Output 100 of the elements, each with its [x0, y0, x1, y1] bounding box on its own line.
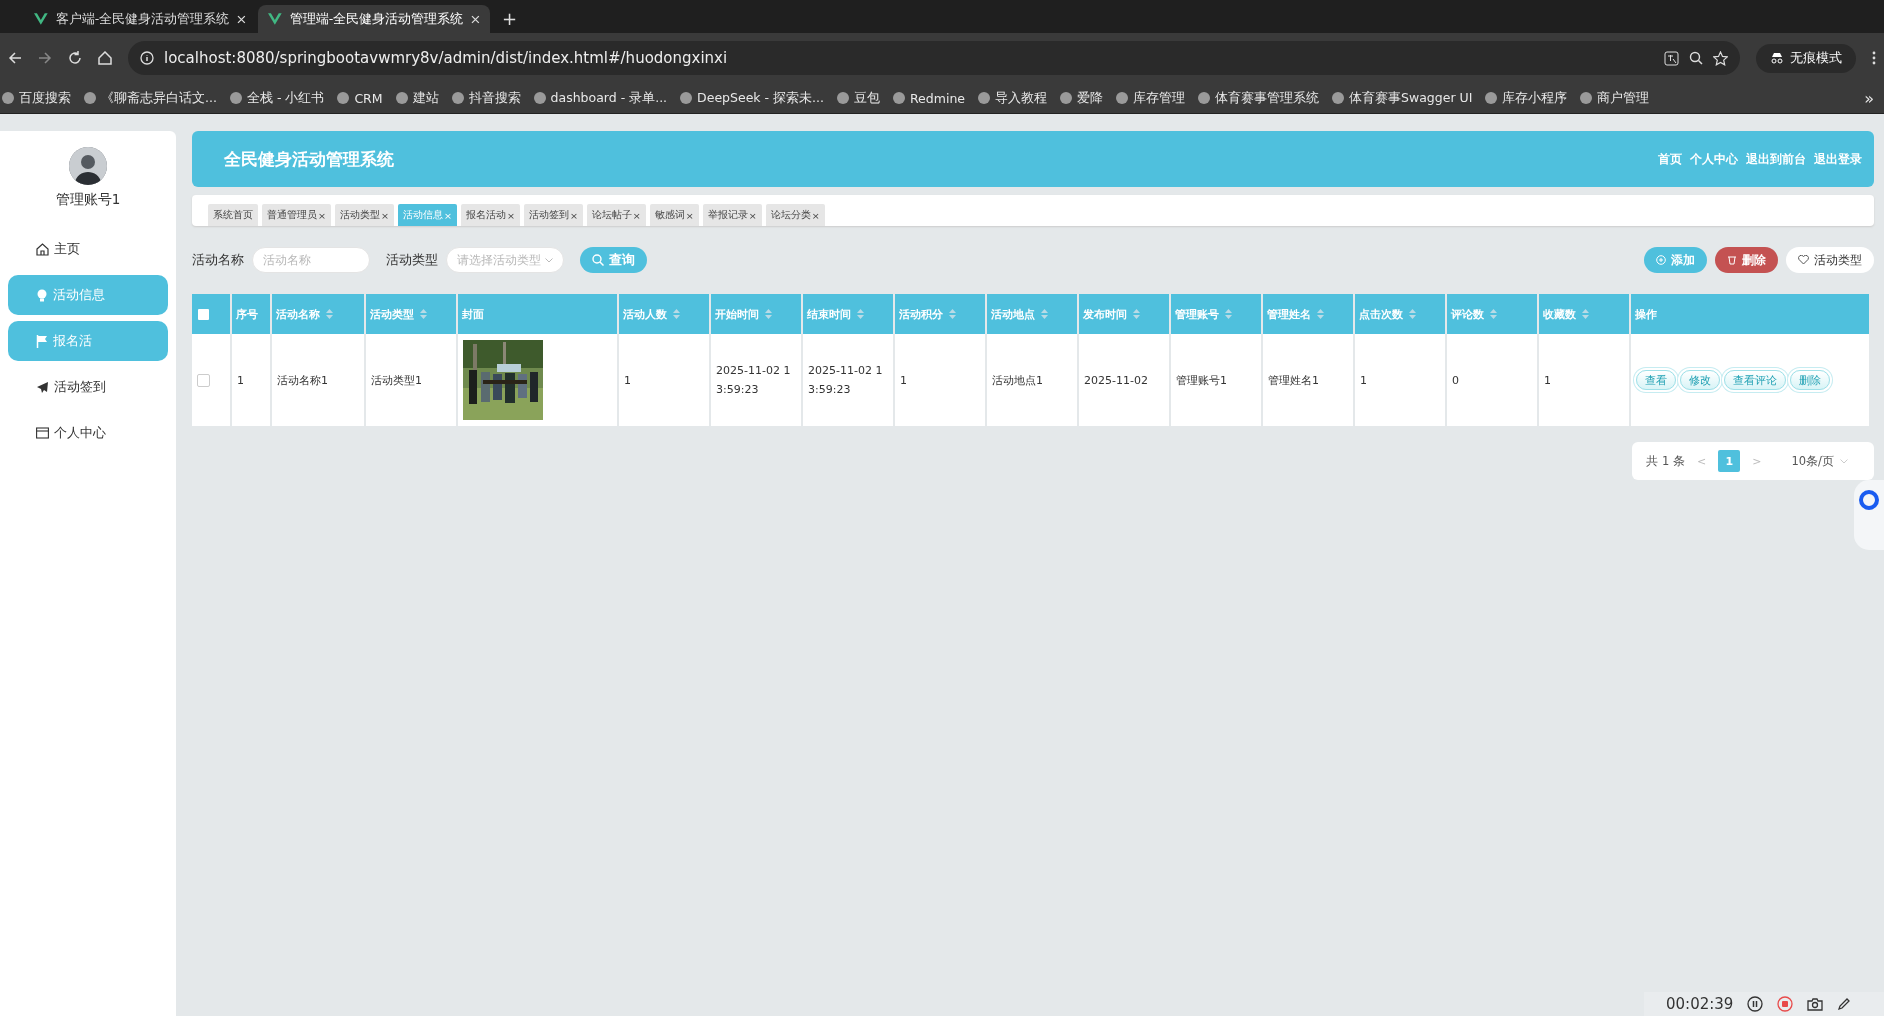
plus-icon — [1656, 255, 1666, 265]
bookmark[interactable]: 豆包 — [837, 89, 880, 107]
total-count: 共 1 条 — [1646, 453, 1686, 469]
menu-icon[interactable] — [1872, 51, 1876, 65]
table-cell: 管理姓名1 — [1263, 334, 1353, 426]
page-tag[interactable]: 普通管理员× — [262, 204, 331, 226]
tab-title: 客户端-全民健身活动管理系统 — [55, 10, 230, 28]
field-label: 活动名称 — [192, 251, 244, 269]
pause-icon[interactable] — [1747, 996, 1764, 1012]
back-icon[interactable] — [8, 51, 22, 65]
bookmark-icon — [1332, 92, 1344, 104]
table-cell: 1 — [895, 334, 985, 426]
bookmark[interactable]: 商户管理 — [1580, 89, 1650, 107]
bookmark-icon — [84, 92, 96, 104]
table-cell: 1 — [619, 334, 709, 426]
more-bookmarks-button[interactable]: » — [1864, 88, 1884, 108]
ring-icon — [1859, 490, 1879, 510]
close-icon[interactable] — [471, 14, 480, 24]
bookmark[interactable]: CRM — [337, 90, 383, 106]
page-tag[interactable]: 敏感词× — [649, 204, 699, 226]
info-icon[interactable] — [140, 51, 154, 65]
bookmark[interactable]: 《聊斋志异白话文... — [84, 89, 217, 107]
bookmark-icon — [1580, 92, 1593, 104]
v-logo-icon — [34, 13, 48, 25]
page-tag[interactable]: 举报记录× — [702, 204, 762, 226]
bookmark[interactable]: 库存管理 — [1116, 89, 1185, 107]
bookmark[interactable]: 爱降 — [1060, 89, 1103, 107]
bookmark[interactable]: Redmine — [893, 90, 965, 106]
camera-icon[interactable] — [1807, 997, 1824, 1011]
sidebar-item[interactable]: 活动签到 — [8, 367, 168, 407]
bookmark[interactable]: 体育赛事Swagger UI — [1332, 89, 1473, 107]
forward-icon[interactable] — [38, 51, 52, 65]
page-size-select[interactable]: 10条/页 — [1791, 453, 1848, 469]
table-cell: 0 — [1447, 334, 1537, 426]
user-name: 管理账号1 — [55, 191, 121, 209]
avatar — [69, 147, 107, 185]
trash-icon — [1727, 255, 1737, 265]
bookmark[interactable]: dashboard - 录单... — [533, 89, 668, 107]
app-title: 全民健身活动管理系统 — [224, 147, 395, 171]
input-field[interactable]: 活动名称 — [252, 247, 370, 273]
pen-icon[interactable] — [1837, 997, 1852, 1011]
heart-icon — [1798, 255, 1809, 265]
bookmark-icon — [1198, 92, 1210, 104]
row-checkbox[interactable] — [197, 373, 210, 387]
page-tag[interactable]: 论坛帖子× — [586, 204, 646, 226]
bookmark[interactable]: 库存小程序 — [1485, 89, 1568, 107]
bookmark[interactable]: 全栈 - 小红书 — [229, 89, 325, 107]
address-bar[interactable]: localhost:8080/springbootavwmry8v/admin/dist/index.html#/huodongxinxi — [128, 41, 1740, 75]
bookmark-icon — [229, 92, 242, 104]
incognito-badge[interactable]: 无痕模式 — [1756, 43, 1856, 73]
v-logo-icon — [268, 13, 282, 25]
table-cell: 2025-11-02 13:59:23 — [711, 334, 801, 426]
table-cell: 1 — [1539, 334, 1629, 426]
translate-icon[interactable] — [1664, 50, 1679, 66]
bookmark[interactable]: 导入教程 — [978, 89, 1047, 107]
bookmark[interactable]: 建站 — [395, 89, 439, 107]
table-cell: 1 — [232, 334, 270, 426]
page-tag[interactable]: 系统首页 — [208, 204, 258, 226]
bookmark[interactable]: 百度搜索 — [2, 89, 71, 107]
browser-tab[interactable]: 客户端-全民健身活动管理系统 — [24, 5, 256, 33]
table-cell: 活动类型1 — [366, 334, 456, 426]
action-button[interactable]: 活动类型 — [1786, 247, 1874, 273]
bookmark[interactable]: 体育赛事管理系统 — [1198, 89, 1319, 107]
table-cell: 活动名称1 — [272, 334, 364, 426]
page-tag[interactable]: 活动类型× — [334, 204, 394, 226]
field-label: 活动类型 — [386, 251, 438, 269]
bookmark-icon — [1060, 92, 1072, 104]
new-tab-button[interactable]: + — [492, 8, 528, 33]
table-cell: 管理账号1 — [1171, 334, 1261, 426]
zoom-icon[interactable] — [1689, 51, 1703, 65]
table-cell: 活动地点1 — [987, 334, 1077, 426]
page-tag[interactable]: 论坛分类× — [765, 204, 825, 226]
bookmark[interactable]: DeepSeek - 探索未... — [680, 89, 824, 107]
sidebar-item[interactable]: 主页 — [8, 229, 168, 269]
stop-icon[interactable] — [1777, 996, 1794, 1012]
incognito-icon — [1770, 52, 1784, 64]
chevron-icon — [545, 257, 553, 263]
bulb-icon — [36, 288, 48, 302]
bookmark-icon — [451, 92, 464, 104]
bookmark-icon — [837, 92, 849, 104]
sidebar-item[interactable]: 个人中心 — [8, 413, 168, 453]
table-cell: 1 — [1355, 334, 1445, 426]
close-icon[interactable] — [237, 14, 246, 24]
home-icon — [36, 242, 49, 256]
select-all-checkbox[interactable] — [198, 308, 209, 320]
bookmark-icon — [680, 92, 693, 104]
browser-tab[interactable]: 管理端-全民健身活动管理系统 — [258, 5, 490, 33]
reload-icon[interactable] — [68, 51, 82, 65]
chevron-icon — [1840, 458, 1848, 464]
bookmark[interactable]: 抖音搜索 — [451, 89, 521, 107]
home-icon[interactable] — [98, 51, 112, 65]
page-tag[interactable]: 活动签到× — [523, 204, 583, 226]
page-tag[interactable]: 报名活动× — [460, 204, 520, 226]
bookmark-icon — [337, 92, 350, 104]
bookmark-icon — [893, 92, 905, 104]
floating-widget[interactable] — [1854, 480, 1884, 550]
star-icon[interactable] — [1713, 50, 1728, 66]
card-icon — [36, 427, 49, 439]
table-cell: 2025-11-02 13:59:23 — [803, 334, 893, 426]
action-button[interactable]: 删除 — [1715, 247, 1778, 273]
